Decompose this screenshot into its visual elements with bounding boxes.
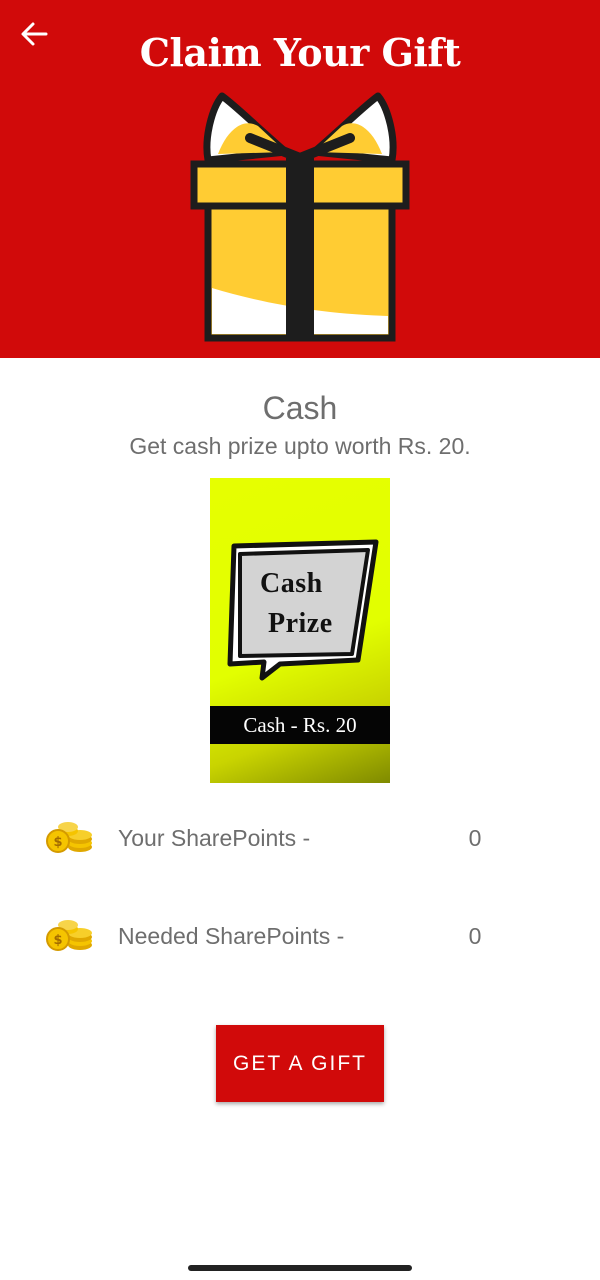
voucher-line-1: Cash bbox=[260, 568, 323, 599]
voucher-line-2: Prize bbox=[268, 608, 333, 639]
your-sharepoints-row: $ Your SharePoints - 0 bbox=[0, 815, 600, 865]
coins-icon: $ bbox=[46, 920, 92, 951]
gift-voucher-image: Cash Prize Cash - Rs. 20 bbox=[210, 478, 390, 783]
needed-sharepoints-value: 0 bbox=[468, 923, 482, 949]
your-sharepoints-value: 0 bbox=[468, 825, 482, 851]
page-title: Claim Your Gift bbox=[139, 30, 461, 75]
get-a-gift-button[interactable]: GET A GIFT bbox=[216, 1025, 384, 1102]
voucher-amount-label: Cash - Rs. 20 bbox=[210, 706, 390, 744]
needed-sharepoints-row: $ Needed SharePoints - 0 bbox=[0, 913, 600, 963]
home-indicator[interactable] bbox=[188, 1265, 412, 1271]
svg-text:$: $ bbox=[53, 835, 62, 850]
needed-sharepoints-label: Needed SharePoints - bbox=[118, 923, 345, 949]
coins-icon: $ bbox=[46, 822, 92, 853]
your-sharepoints-label: Your SharePoints - bbox=[118, 825, 311, 851]
gift-description: Get cash prize upto worth Rs. 20. bbox=[129, 433, 471, 459]
svg-text:$: $ bbox=[53, 933, 62, 948]
header: Claim Your Gift bbox=[0, 0, 600, 358]
gift-name: Cash bbox=[262, 390, 338, 426]
gift-box-icon bbox=[190, 92, 410, 342]
